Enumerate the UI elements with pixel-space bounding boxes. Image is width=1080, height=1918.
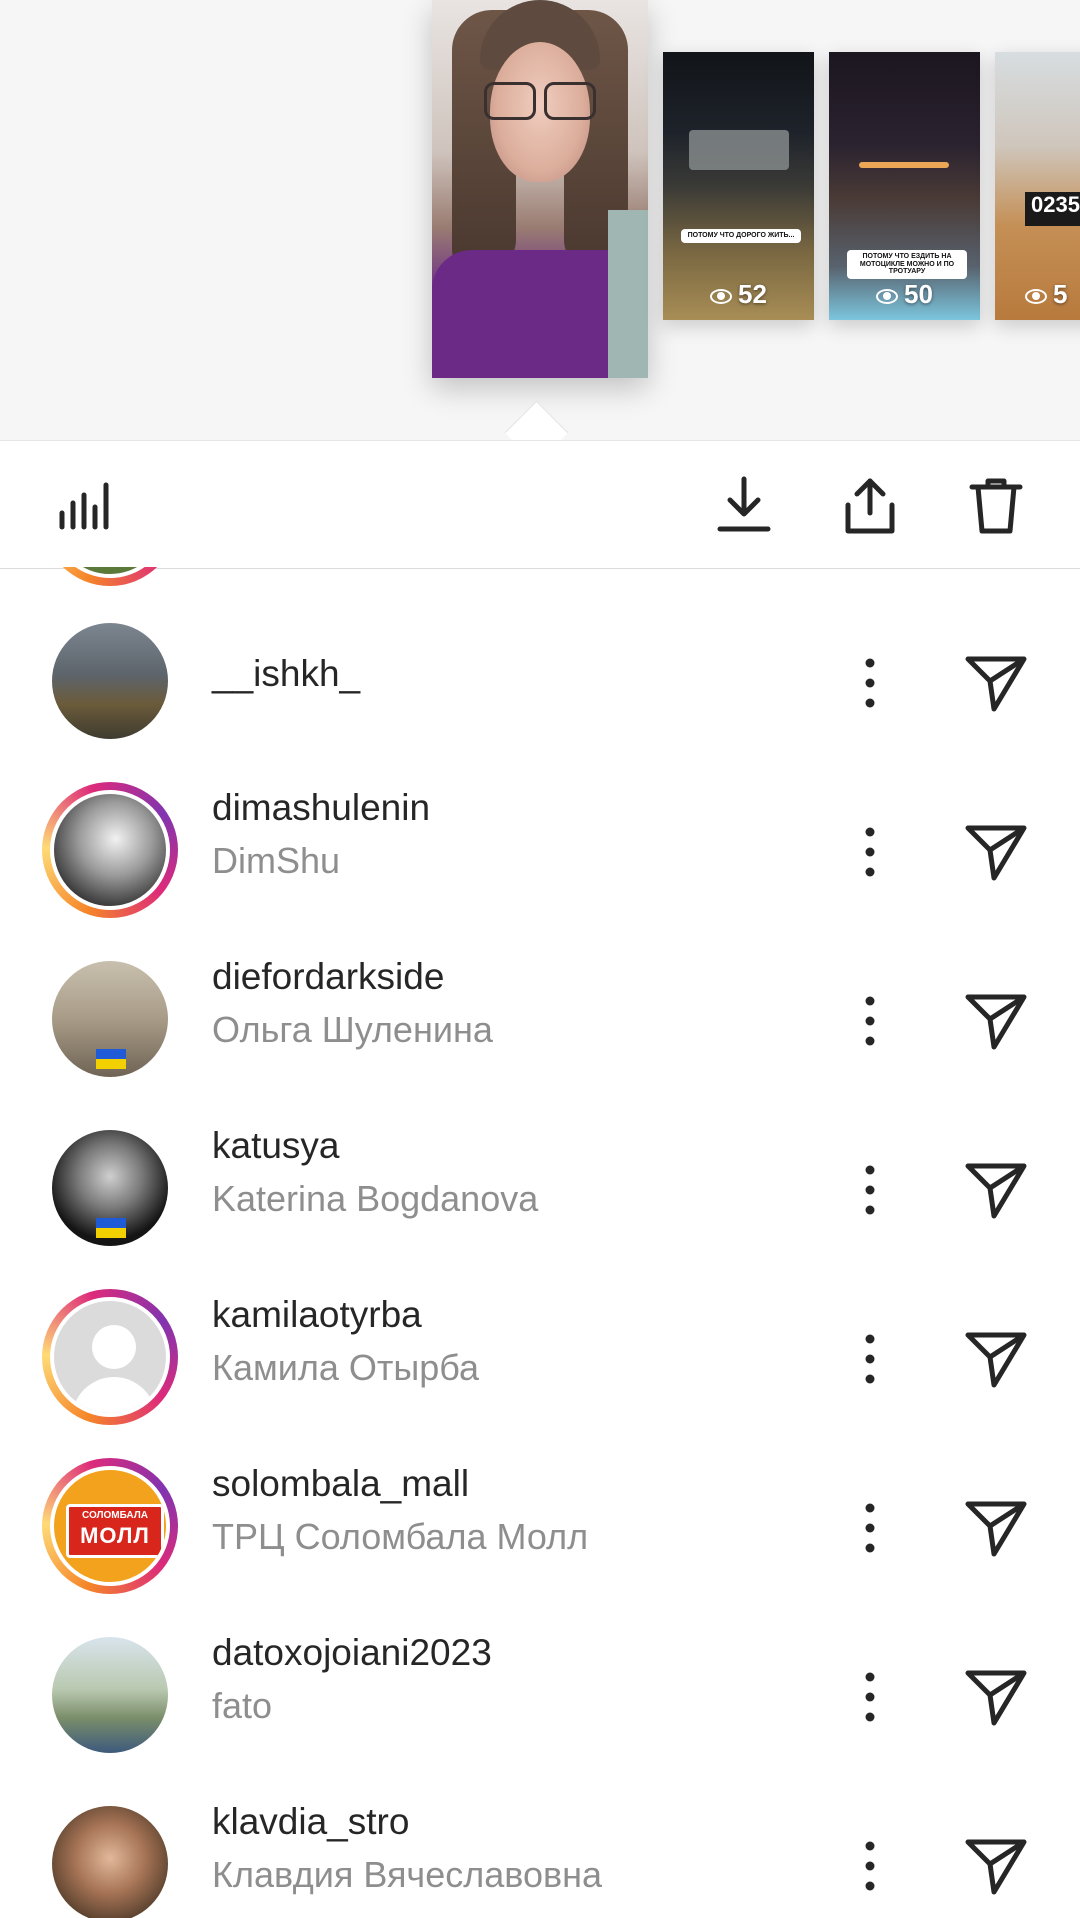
story-caption: ПОТОМУ ЧТО ЕЗДИТЬ НА МОТОЦИКЛЕ МОЖНО И П… [847, 250, 967, 280]
download-icon[interactable] [712, 473, 776, 537]
send-icon[interactable] [964, 651, 1028, 715]
avatar[interactable] [42, 1627, 178, 1763]
avatar[interactable] [42, 567, 178, 586]
story-action-toolbar [0, 440, 1080, 569]
username[interactable]: solombala_mall [212, 1463, 469, 1505]
avatar[interactable] [42, 613, 178, 749]
list-item[interactable]: dimashulenin DimShu [0, 757, 1080, 926]
story-thumbnail[interactable]: ПОТОМУ ЧТО ЕЗДИТЬ НА МОТОЦИКЛЕ МОЖНО И П… [829, 52, 980, 320]
avatar[interactable] [42, 782, 178, 918]
more-options-icon[interactable] [850, 1160, 890, 1220]
bar-chart-icon[interactable] [52, 473, 116, 537]
username[interactable]: katusya [212, 1125, 340, 1167]
send-icon[interactable] [964, 1665, 1028, 1729]
avatar[interactable] [42, 1289, 178, 1425]
story-caption: ПОТОМУ ЧТО ДОРОГО ЖИТЬ... [681, 229, 801, 243]
username[interactable]: kamilaotyrba [212, 1294, 422, 1336]
send-icon[interactable] [964, 989, 1028, 1053]
full-name: Katerina Bogdanova [212, 1178, 539, 1219]
full-name: fato [212, 1685, 273, 1726]
full-name: Ольга Шуленина [212, 1009, 493, 1050]
username[interactable]: dimashulenin [212, 787, 430, 829]
mall-logo: СОЛОМБАЛА МОЛЛ [66, 1504, 164, 1558]
avatar[interactable] [42, 1796, 178, 1918]
list-item[interactable]: klavdia_stro Клавдия Вячеславовна [0, 1771, 1080, 1918]
send-icon[interactable] [964, 1834, 1028, 1898]
send-icon[interactable] [964, 1327, 1028, 1391]
story-thumbnail[interactable]: ПОТОМУ ЧТО ДОРОГО ЖИТЬ... 52 [663, 52, 814, 320]
username[interactable]: diefordarkside [212, 956, 444, 998]
list-item[interactable]: diefordarkside Ольга Шуленина [0, 926, 1080, 1095]
story-view-count: 52 [663, 279, 814, 310]
list-item[interactable]: __ishkh_ [0, 588, 1080, 757]
more-options-icon[interactable] [850, 1836, 890, 1896]
story-thumbnail[interactable]: 0235 5 [995, 52, 1080, 320]
send-icon[interactable] [964, 820, 1028, 884]
more-options-icon[interactable] [850, 1667, 890, 1727]
eye-icon [1025, 288, 1047, 304]
full-name: Камила Отырба [212, 1347, 480, 1388]
send-icon[interactable] [964, 1158, 1028, 1222]
avatar[interactable]: СОЛОМБАЛА МОЛЛ [42, 1458, 178, 1594]
list-item[interactable]: datoxojoiani2023 fato [0, 1602, 1080, 1771]
story-view-count: 50 [829, 279, 980, 310]
story-strip: ПОТОМУ ЧТО ДОРОГО ЖИТЬ... 52 ПОТОМУ ЧТО … [0, 0, 1080, 440]
full-name: ТРЦ Соломбала Молл [212, 1516, 589, 1557]
full-name: DimShu [212, 840, 341, 881]
story-thumbnail-current[interactable] [432, 0, 648, 378]
price-tag: 0235 [1025, 192, 1080, 226]
list-item[interactable]: СОЛОМБАЛА МОЛЛ solombala_mall ТРЦ Соломб… [0, 1433, 1080, 1602]
list-item[interactable]: katusya Katerina Bogdanova [0, 1095, 1080, 1264]
avatar[interactable] [42, 1120, 178, 1256]
more-options-icon[interactable] [850, 1498, 890, 1558]
avatar[interactable] [42, 951, 178, 1087]
list-item[interactable]: kamilaotyrba Камила Отырба [0, 1264, 1080, 1433]
username[interactable]: __ishkh_ [212, 653, 360, 695]
more-options-icon[interactable] [850, 653, 890, 713]
share-icon[interactable] [838, 473, 902, 537]
eye-icon [876, 288, 899, 304]
trash-icon[interactable] [964, 473, 1028, 537]
selected-story-pointer [504, 400, 569, 440]
full-name: Клавдия Вячеславовна [212, 1854, 603, 1895]
more-options-icon[interactable] [850, 822, 890, 882]
eye-icon [710, 288, 733, 304]
viewer-list: __ishkh_ dimashulenin DimShu diefordarks… [0, 567, 1080, 1918]
more-options-icon[interactable] [850, 1329, 890, 1389]
story-view-count: 5 [1025, 279, 1080, 310]
more-options-icon[interactable] [850, 991, 890, 1051]
username[interactable]: klavdia_stro [212, 1801, 409, 1843]
send-icon[interactable] [964, 1496, 1028, 1560]
username[interactable]: datoxojoiani2023 [212, 1632, 492, 1674]
